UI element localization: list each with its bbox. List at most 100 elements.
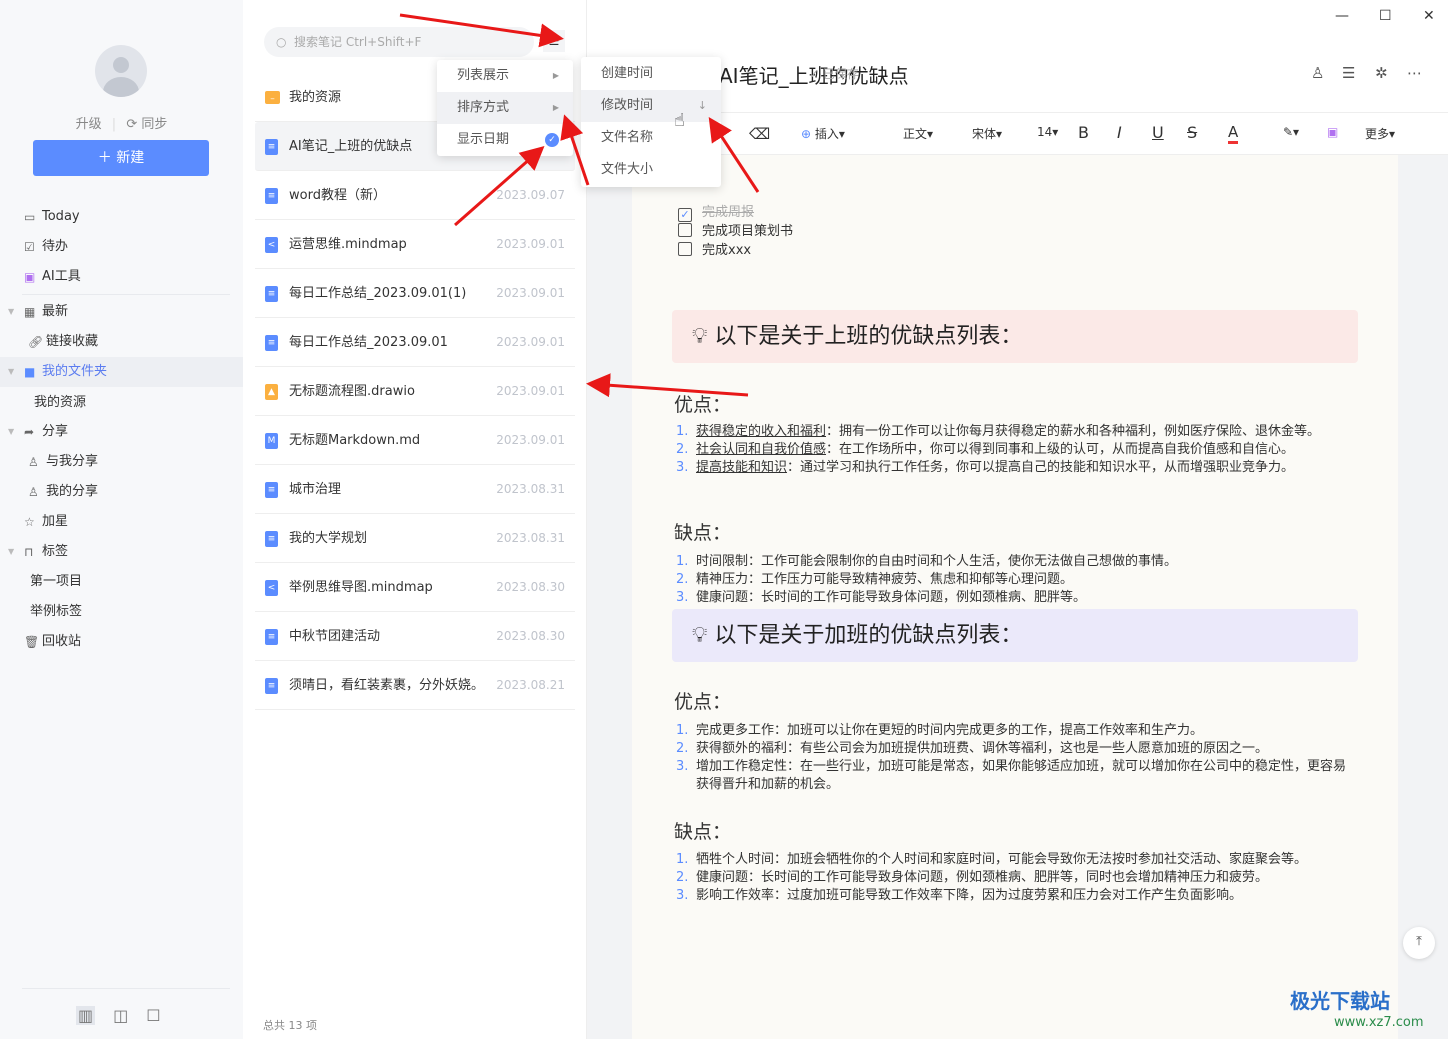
list-item-text: 牺牲个人时间：加班会牺牲你的个人时间和家庭时间，可能会导致你无法按时参加社交活动… [696, 852, 1308, 867]
ai-icon[interactable]: ▣ [1327, 125, 1338, 139]
font-color-icon[interactable]: A [1228, 123, 1239, 144]
note-list-item[interactable]: ≡ 每日工作总结_2023.09.01(1) 2023.09.01 [255, 269, 575, 318]
note-list-item[interactable]: ≡ 我的大学规划 2023.08.31 [255, 514, 575, 563]
trash-icon: 🗑︎ [24, 635, 40, 649]
caret-down-icon[interactable]: ▼ [8, 297, 14, 327]
note-name: 举例思维导图.mindmap [289, 580, 433, 595]
note-name: AI笔记_上班的优缺点 [289, 139, 413, 154]
menu-item-sort-by[interactable]: 排序方式 ▶ [437, 92, 573, 124]
sidebar-item-todo[interactable]: ☑ 待办 [0, 232, 243, 262]
note-list-item[interactable]: ≡ word教程（新） 2023.09.07 [255, 171, 575, 220]
menu-item-show-date[interactable]: 显示日期 ✓ [437, 124, 573, 156]
more-icon[interactable]: ⋯ [1407, 64, 1422, 82]
sidebar-item-tag-first-project[interactable]: 第一项目 [0, 567, 243, 597]
minimize-button[interactable]: — [1335, 8, 1349, 24]
avatar[interactable] [95, 45, 147, 97]
highlight-icon[interactable]: ✎▾ [1283, 125, 1299, 139]
more-button[interactable]: 更多▾ [1365, 125, 1395, 142]
note-list-item[interactable]: ≡ 中秋节团建活动 2023.08.30 [255, 612, 575, 661]
list-item: 1. 时间限制：工作可能会限制你的自由时间和个人生活，使你无法做自己想做的事情。 [676, 553, 1356, 571]
list-number: 1. [676, 852, 689, 867]
sort-created-time[interactable]: 创建时间 [581, 58, 721, 90]
eraser-icon[interactable]: ⌫ [749, 125, 770, 143]
search-input[interactable]: ○ 搜索笔记 Ctrl+Shift+F [264, 27, 534, 57]
sidebar-item-my-resources[interactable]: 我的资源 [0, 388, 243, 418]
note-name: 每日工作总结_2023.09.01 [289, 335, 448, 350]
note-list-item[interactable]: M 无标题Markdown.md 2023.09.01 [255, 416, 575, 465]
heading-cons: 缺点： [674, 522, 732, 544]
three-column-layout-icon[interactable]: ▥ [76, 1006, 96, 1025]
list-item: 3. 增加工作稳定性：在一些行业，加班可能是常态，如果你能够适应加班，就可以增加你… [676, 758, 1356, 794]
caret-down-icon[interactable]: ▼ [8, 357, 14, 387]
note-list-item[interactable]: ≡ 须晴日，看红装素裹，分外妖娆。 2023.08.21 [255, 661, 575, 710]
sort-modified-time[interactable]: 修改时间 ↓ [581, 90, 721, 122]
sidebar-item-tag-example[interactable]: 举例标签 [0, 597, 243, 627]
search-icon: ○ [276, 35, 287, 49]
list-item-text: 增加工作稳定性：在一些行业，加班可能是常态，如果你能够适应加班，就可以增加你在公… [696, 759, 1347, 792]
work-pros-list: 1. 获得稳定的收入和福利：拥有一份工作可以让你每月获得稳定的薪水和各种福利，例如… [676, 423, 1356, 477]
note-date: 2023.08.21 [496, 678, 565, 692]
note-list-item[interactable]: ≡ 城市治理 2023.08.31 [255, 465, 575, 514]
label: 待办 [42, 239, 69, 254]
list-item: 1. 牺牲个人时间：加班会牺牲你的个人时间和家庭时间，可能会导致你无法按时参加社交… [676, 851, 1356, 869]
list-item-text: 精神压力：工作压力可能导致精神疲劳、焦虑和抑郁等心理问题。 [696, 572, 1074, 587]
sidebar-item-recent[interactable]: ▼ ▦ 最新 [0, 297, 243, 327]
label: 文件大小 [601, 162, 654, 177]
sidebar-item-links[interactable]: 🔗︎ 链接收藏 [0, 327, 243, 357]
sidebar-item-tags[interactable]: ▼ ⊓ 标签 [0, 537, 243, 567]
underline-icon[interactable]: U [1152, 123, 1164, 142]
sidebar-item-ai-tools[interactable]: ▣ AI工具 [0, 262, 243, 292]
two-column-layout-icon[interactable]: ◫ [113, 1006, 128, 1025]
note-list-item[interactable]: ▲ 无标题流程图.drawio 2023.09.01 [255, 367, 575, 416]
upgrade-link[interactable]: 升级 [76, 117, 102, 132]
sidebar-item-share[interactable]: ▼ ➦ 分享 [0, 417, 243, 447]
label: 创建时间 [601, 66, 654, 81]
label: 显示日期 [457, 132, 510, 147]
back-to-top-button[interactable]: ⤒ [1403, 927, 1435, 959]
sort-options-button[interactable]: ☰ [543, 30, 565, 52]
checklist-item[interactable]: 完成项目策划书 [678, 220, 793, 239]
total-count: 总共 13 项 [263, 1019, 317, 1032]
sync-icon[interactable]: ⟳ [126, 117, 137, 132]
close-button[interactable]: ✕ [1423, 8, 1435, 24]
font-size-select[interactable]: 14▾ [1037, 125, 1058, 139]
checkbox[interactable] [678, 242, 692, 256]
checklist-text: 完成周报 [702, 205, 755, 220]
note-list-item[interactable]: < 运营思维.mindmap 2023.09.01 [255, 220, 575, 269]
single-column-layout-icon[interactable]: ☐ [146, 1006, 160, 1025]
strikethrough-icon[interactable]: S [1187, 123, 1197, 142]
note-name: 无标题流程图.drawio [289, 384, 415, 399]
note-list-item[interactable]: ≡ 每日工作总结_2023.09.01 2023.09.01 [255, 318, 575, 367]
checklist-item[interactable]: ✓ 完成周报 [678, 201, 754, 222]
caret-down-icon[interactable]: ▼ [8, 417, 14, 447]
insert-button[interactable]: ⊕ 插入▾ [801, 125, 845, 142]
font-select[interactable]: 宋体▾ [972, 125, 1002, 142]
bold-icon[interactable]: B [1078, 123, 1089, 142]
sidebar-item-shared-with-me[interactable]: ♙ 与我分享 [0, 447, 243, 477]
overtime-cons-list: 1. 牺牲个人时间：加班会牺牲你的个人时间和家庭时间，可能会导致你无法按时参加社交… [676, 851, 1356, 905]
checkbox[interactable] [678, 223, 692, 237]
sort-file-size[interactable]: 文件大小 [581, 154, 721, 186]
outline-search-icon[interactable]: ☰ [1342, 64, 1355, 82]
maximize-button[interactable]: ☐ [1379, 8, 1392, 24]
sync-link[interactable]: 同步 [141, 117, 167, 132]
italic-icon[interactable]: I [1117, 123, 1122, 142]
collaborate-icon[interactable]: ♙ [1311, 64, 1324, 82]
note-list-item[interactable]: < 举例思维导图.mindmap 2023.08.30 [255, 563, 575, 612]
menu-item-list-display[interactable]: 列表展示 ▶ [437, 60, 573, 92]
sidebar-item-today[interactable]: ▭ Today [0, 202, 243, 232]
sidebar-item-my-folder[interactable]: ▼ ■ 我的文件夹 [0, 357, 243, 387]
list-number: 2. [676, 572, 689, 587]
caret-down-icon[interactable]: ▼ [8, 537, 14, 567]
sidebar-item-starred[interactable]: ☆ 加星 [0, 507, 243, 537]
checklist-item[interactable]: 完成xxx [678, 239, 751, 258]
mindmap-icon[interactable]: ✲ [1375, 64, 1388, 82]
paragraph-style-select[interactable]: 正文▾ [903, 125, 933, 142]
sidebar-item-trash[interactable]: 🗑︎ 回收站 [0, 627, 243, 657]
new-button[interactable]: ＋ 新建 [33, 140, 209, 176]
label: 回收站 [42, 634, 82, 649]
note-date: 2023.08.30 [496, 580, 565, 594]
sort-file-name[interactable]: 文件名称 [581, 122, 721, 154]
sidebar-item-my-shares[interactable]: ♙ 我的分享 [0, 477, 243, 507]
list-item-text: 影响工作效率：过度加班可能导致工作效率下降，因为过度劳累和压力会对工作产生负面影… [696, 888, 1243, 903]
